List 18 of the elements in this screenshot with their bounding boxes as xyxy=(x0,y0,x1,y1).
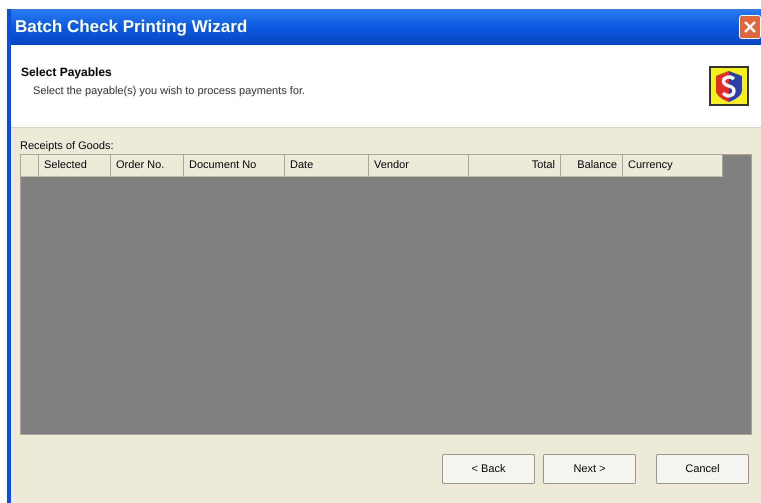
wizard-button[interactable]: < Back xyxy=(442,454,535,484)
column-header[interactable]: Document No xyxy=(184,155,285,176)
column-header[interactable]: Total xyxy=(469,155,561,176)
shield-logo-icon xyxy=(709,66,749,106)
window-title: Batch Check Printing Wizard xyxy=(15,16,248,38)
column-header[interactable]: Order No. xyxy=(111,155,184,176)
close-icon xyxy=(744,21,756,33)
column-header[interactable]: Currency xyxy=(623,155,723,176)
wizard-button[interactable]: Next > xyxy=(543,454,636,484)
column-header[interactable]: Balance xyxy=(561,155,623,176)
page-heading: Select Payables xyxy=(21,64,113,81)
page-description: Select the payable(s) you wish to process payments for. xyxy=(32,84,306,99)
grid-label: Receipts of Goods: xyxy=(20,139,115,154)
column-header[interactable]: Date xyxy=(285,155,369,176)
column-header[interactable]: Vendor xyxy=(369,155,469,176)
close-button[interactable] xyxy=(739,15,761,39)
column-header[interactable]: Selected xyxy=(39,155,111,176)
wizard-button[interactable]: Cancel xyxy=(656,454,749,484)
